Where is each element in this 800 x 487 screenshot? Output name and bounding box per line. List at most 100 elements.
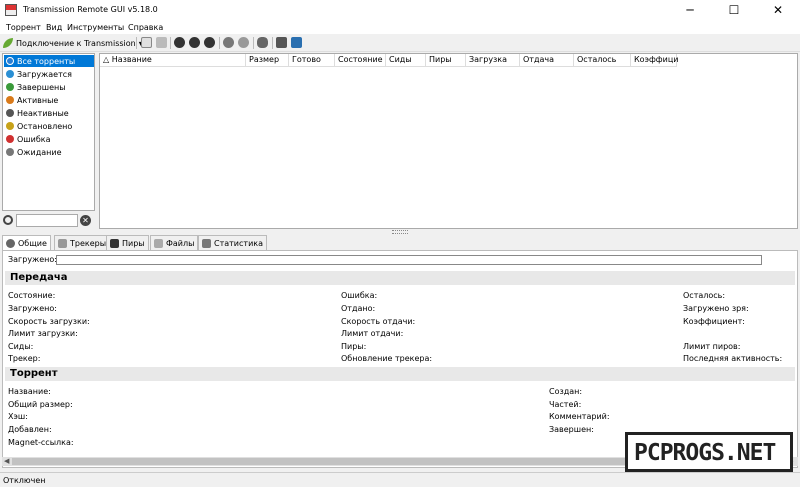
column-header-remaining[interactable]: Осталось (574, 54, 631, 67)
sidebar-item-completed[interactable]: Завершены (4, 81, 94, 93)
transfer-label: Скорость загрузки: (8, 317, 90, 326)
column-header-name[interactable]: △ Название (100, 54, 246, 67)
torrent-label: Название: (8, 387, 51, 396)
sidebar-item-downloading[interactable]: Загружается (4, 68, 94, 80)
tab-files[interactable]: Файлы (150, 235, 199, 250)
torrent-label: Создан: (549, 387, 583, 396)
sidebar-item-label: Ожидание (17, 147, 62, 157)
pause-icon[interactable] (189, 37, 200, 48)
tab-label: Трекеры (70, 238, 107, 248)
watermark: PCPROGS.NET (625, 432, 793, 472)
transfer-label: Коэффициент: (683, 317, 745, 326)
section-torrent-title: Торрент (5, 367, 795, 381)
connection-status: Отключен (3, 476, 46, 485)
app-icon (5, 4, 17, 16)
torrent-label: Добавлен: (8, 425, 52, 434)
column-header-ratio[interactable]: Коэффици (631, 54, 679, 67)
add-link-icon[interactable] (156, 37, 167, 48)
transfer-label: Сиды: (8, 342, 34, 351)
toolbar-separator (219, 37, 220, 49)
active-icon (6, 96, 14, 104)
minimize-button[interactable]: ─ (668, 0, 712, 20)
all-torrents-icon (6, 57, 14, 65)
sidebar-item-active[interactable]: Активные (4, 94, 94, 106)
toolbar-separator (170, 37, 171, 49)
transfer-label: Трекер: (8, 354, 41, 363)
scroll-left-icon[interactable]: ◀ (4, 457, 9, 466)
waiting-icon (6, 148, 14, 156)
transfer-label: Обновление трекера: (341, 354, 433, 363)
sidebar-item-inactive[interactable]: Неактивные (4, 107, 94, 119)
menu-torrent[interactable]: Торрент (6, 23, 41, 32)
torrent-label: Комментарий: (549, 412, 610, 421)
tab-label: Статистика (214, 238, 263, 248)
inactive-icon (6, 109, 14, 117)
menu-view[interactable]: Вид (46, 23, 62, 32)
torrent-label: Хэш: (8, 412, 28, 421)
watermark-text: PCPROGS.NET (634, 440, 776, 466)
torrent-label: Общий размер: (8, 400, 73, 409)
sidebar-item-label: Все торренты (17, 56, 76, 66)
tab-peers[interactable]: Пиры (106, 235, 149, 250)
tab-label: Общие (18, 239, 47, 248)
sidebar-item-label: Завершены (17, 82, 66, 92)
details-tabs: Общие Трекеры Пиры Файлы Статистика (2, 235, 798, 251)
sidebar-item-stopped[interactable]: Остановлено (4, 120, 94, 132)
menu-help[interactable]: Справка (128, 23, 163, 32)
column-header-upload[interactable]: Отдача (520, 54, 574, 67)
menu-tools[interactable]: Инструменты (67, 23, 124, 32)
leaf-icon (3, 38, 13, 48)
close-button[interactable]: ✕ (756, 0, 800, 20)
maximize-button[interactable]: ☐ (712, 0, 756, 20)
move-up-icon[interactable] (223, 37, 234, 48)
add-torrent-icon[interactable] (141, 37, 152, 48)
stopped-icon (6, 122, 14, 130)
clear-search-icon[interactable]: ✕ (80, 215, 91, 226)
transfer-label: Состояние: (8, 291, 56, 300)
torrent-label: Частей: (549, 400, 582, 409)
tab-label: Файлы (166, 238, 195, 248)
section-transfer-title: Передача (5, 271, 795, 285)
transfer-label: Осталось: (683, 291, 726, 300)
toolbar: Подключение к Transmission ▾ (0, 34, 800, 52)
filter-sidebar: Все торренты Загружается Завершены Актив… (2, 53, 95, 211)
column-header-peers[interactable]: Пиры (426, 54, 466, 67)
transfer-label: Пиры: (341, 342, 367, 351)
status-bar: Отключен (0, 472, 800, 487)
column-header-seeds[interactable]: Сиды (386, 54, 426, 67)
turtle-icon[interactable] (257, 37, 268, 48)
start-icon[interactable] (174, 37, 185, 48)
sidebar-item-waiting[interactable]: Ожидание (4, 146, 94, 158)
tab-general[interactable]: Общие (2, 235, 51, 251)
sidebar-item-label: Остановлено (17, 121, 73, 131)
connect-button[interactable]: Подключение к Transmission ▾ (3, 36, 143, 50)
tab-label: Пиры (122, 238, 145, 248)
tab-statistics[interactable]: Статистика (198, 235, 267, 250)
transfer-label: Загружено: (8, 304, 57, 313)
column-header-status[interactable]: Состояние (335, 54, 386, 67)
sidebar-item-all[interactable]: Все торренты (4, 55, 94, 67)
transfer-label: Скорость отдачи: (341, 317, 416, 326)
sidebar-item-label: Загружается (17, 69, 72, 79)
info-icon (6, 239, 15, 248)
move-down-icon[interactable] (238, 37, 249, 48)
tab-trackers[interactable]: Трекеры (54, 235, 111, 250)
search-input[interactable] (16, 214, 78, 227)
transfer-label: Последняя активность: (683, 354, 783, 363)
remove-icon[interactable] (204, 37, 215, 48)
download-icon (6, 70, 14, 78)
downloaded-progress-bar (56, 255, 762, 265)
sidebar-item-error[interactable]: Ошибка (4, 133, 94, 145)
menu-bar: Торрент Вид Инструменты Справка (0, 20, 800, 34)
splitter-handle[interactable] (392, 230, 408, 234)
torrent-list[interactable]: △ Название Размер Готово Состояние Сиды … (99, 53, 798, 229)
sidebar-item-label: Активные (17, 95, 59, 105)
column-header-done[interactable]: Готово (289, 54, 335, 67)
title-bar: Transmission Remote GUI v5.18.0 ─ ☐ ✕ (0, 0, 800, 20)
column-header-download[interactable]: Загрузка (466, 54, 520, 67)
tools-icon[interactable] (291, 37, 302, 48)
wrench-icon[interactable] (276, 37, 287, 48)
sidebar-item-label: Неактивные (17, 108, 69, 118)
connect-label: Подключение к Transmission (16, 38, 136, 48)
column-header-size[interactable]: Размер (246, 54, 289, 67)
